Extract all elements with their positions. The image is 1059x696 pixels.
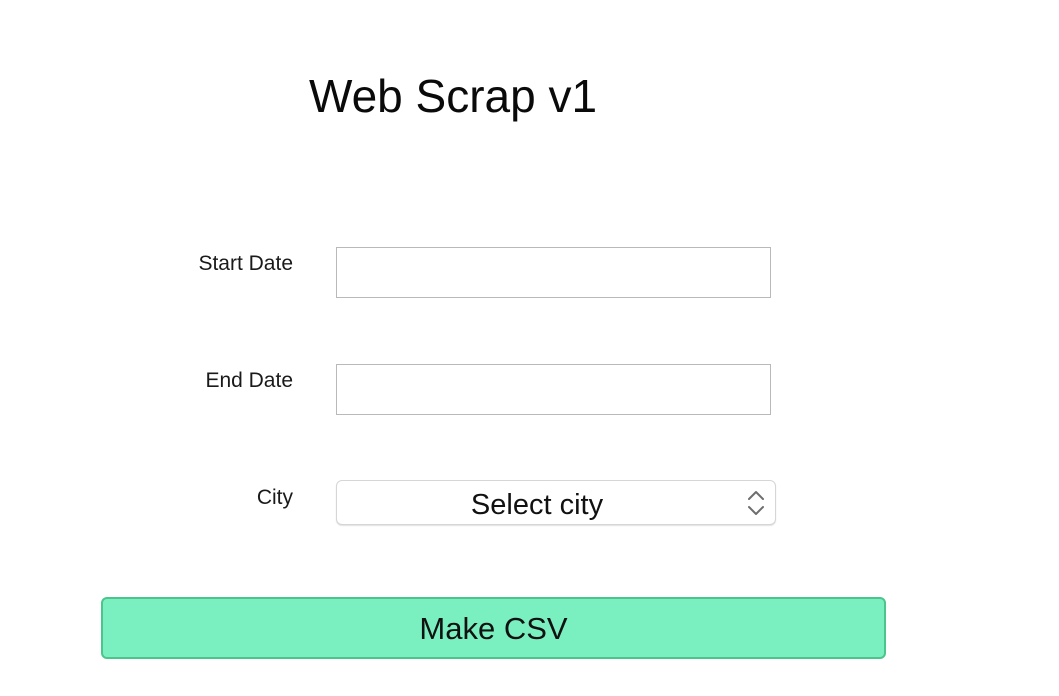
end-date-field[interactable] <box>336 364 771 415</box>
page-title: Web Scrap v1 <box>309 70 598 122</box>
start-date-label: Start Date <box>198 252 293 275</box>
city-select[interactable]: Select city <box>336 480 776 525</box>
updown-chevron-icon <box>746 489 766 517</box>
city-label: City <box>256 486 293 509</box>
start-date-field[interactable] <box>336 247 771 298</box>
make-csv-button[interactable]: Make CSV <box>101 597 886 659</box>
city-select-value: Select city <box>470 489 604 521</box>
make-csv-button-label: Make CSV <box>419 611 568 646</box>
end-date-label: End Date <box>205 369 293 392</box>
